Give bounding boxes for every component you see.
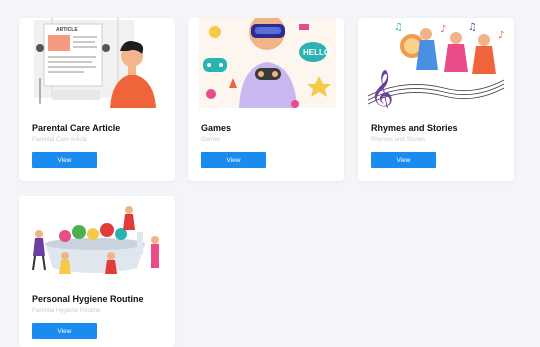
card-subtitle: Parental Care Article [32, 137, 88, 143]
svg-text:ARTICLE: ARTICLE [56, 27, 78, 33]
card-subtitle: Rhymes and Stories [371, 137, 426, 143]
card-games: HELLO! Games Games View [188, 18, 344, 181]
card-subtitle: Games [201, 137, 221, 143]
svg-text:♫: ♫ [468, 22, 477, 33]
music-kids-illustration: 𝄞 ♪ ♫ ♪ ♫ [364, 18, 508, 108]
view-button[interactable]: View [32, 323, 97, 339]
card-title: Rhymes and Stories [371, 123, 458, 133]
handwashing-illustration [25, 200, 169, 284]
gamer-illustration: HELLO! [199, 18, 336, 108]
card-personal-hygiene-routine: Personal Hygiene Routine Parental Hygien… [19, 196, 175, 347]
card-title: Personal Hygiene Routine [32, 294, 144, 304]
card-title: Parental Care Article [32, 123, 121, 133]
card-subtitle: Parental Hygiene Routine [32, 308, 101, 314]
card-parental-care-article: ARTICLE Parental Care Article Parental C… [19, 18, 175, 181]
svg-text:♫: ♫ [394, 22, 403, 33]
card-rhymes-and-stories: 𝄞 ♪ ♫ ♪ ♫ Rhymes and Stories Rhymes and … [358, 18, 514, 181]
view-button[interactable]: View [371, 152, 436, 168]
article-illustration: ARTICLE [32, 18, 164, 108]
svg-text:𝄞: 𝄞 [370, 70, 394, 108]
svg-text:HELLO!: HELLO! [303, 48, 333, 57]
svg-text:♪: ♪ [440, 24, 446, 35]
svg-text:♪: ♪ [498, 30, 504, 41]
view-button[interactable]: View [201, 152, 266, 168]
view-button[interactable]: View [32, 152, 97, 168]
card-title: Games [201, 123, 232, 133]
